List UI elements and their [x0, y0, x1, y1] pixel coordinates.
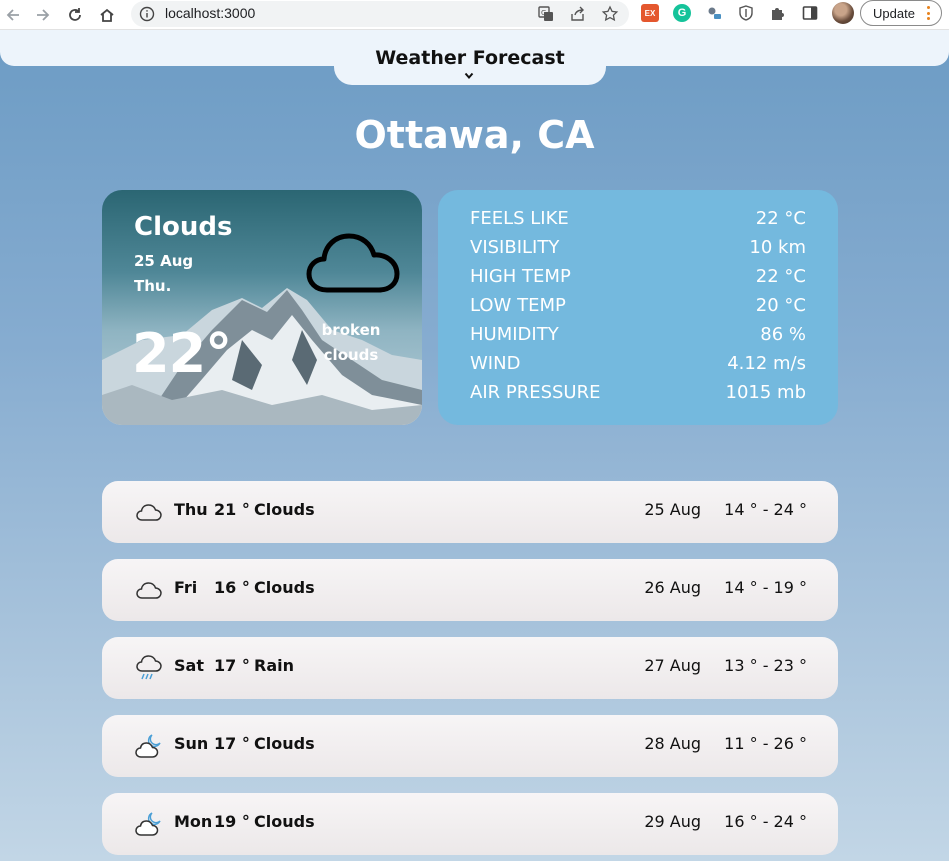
forecast-date: 26 Aug — [644, 578, 701, 597]
cloud-icon — [306, 233, 400, 293]
forecast-range: 14 ° - 24 ° — [724, 500, 807, 519]
detail-value: 22 °C — [755, 266, 806, 287]
description-line-2: clouds — [323, 346, 379, 364]
forecast-day: Mon — [174, 812, 213, 831]
cloud-moon-icon — [135, 812, 161, 836]
detail-label: VISIBILITY — [470, 237, 560, 258]
forecast-range: 16 ° - 24 ° — [724, 812, 807, 831]
detail-row-visibility: VISIBILITY 10 km — [470, 237, 806, 266]
forecast-temp: 17 ° — [214, 656, 250, 675]
update-button[interactable]: Update — [860, 0, 942, 26]
more-menu-icon[interactable] — [927, 6, 931, 20]
detail-value: 4.12 m/s — [727, 353, 806, 374]
current-day: Thu. — [134, 277, 172, 295]
detail-row-humidity: HUMIDITY 86 % — [470, 324, 806, 353]
current-temperature: 22° — [132, 322, 232, 385]
detail-row-air-pressure: AIR PRESSURE 1015 mb — [470, 382, 806, 411]
forecast-day: Sun — [174, 734, 209, 753]
address-bar[interactable]: localhost:3000 G — [131, 1, 629, 27]
detail-row-feels-like: FEELS LIKE 22 °C — [470, 208, 806, 237]
detail-label: LOW TEMP — [470, 295, 566, 316]
chevron-down-icon[interactable] — [464, 72, 474, 80]
forecast-temp: 21 ° — [214, 500, 250, 519]
current-weather-card: Clouds 25 Aug Thu. 22° broken clouds — [102, 190, 422, 425]
forecast-temp: 17 ° — [214, 734, 250, 753]
forecast-row[interactable]: Mon 19 ° Clouds 29 Aug 16 ° - 24 ° — [102, 793, 838, 855]
cloud-icon — [136, 504, 162, 521]
site-info-icon[interactable] — [139, 6, 155, 22]
share-icon[interactable] — [569, 5, 587, 23]
side-panel-icon[interactable] — [801, 4, 819, 22]
forecast-day: Sat — [174, 656, 204, 675]
svg-text:G: G — [541, 9, 546, 17]
forecast-temp: 19 ° — [214, 812, 250, 831]
shield-icon[interactable] — [737, 4, 755, 22]
detail-row-high-temp: HIGH TEMP 22 °C — [470, 266, 806, 295]
detail-value: 20 °C — [755, 295, 806, 316]
forecast-date: 27 Aug — [644, 656, 701, 675]
forecast-condition: Rain — [254, 656, 294, 675]
forecast-date: 25 Aug — [644, 500, 701, 519]
rain-cloud-icon — [136, 655, 162, 680]
detail-label: WIND — [470, 353, 521, 374]
forecast-condition: Clouds — [254, 734, 315, 753]
detail-label: HUMIDITY — [470, 324, 559, 345]
forecast-date: 29 Aug — [644, 812, 701, 831]
forecast-day: Fri — [174, 578, 198, 597]
cloud-icon — [136, 582, 162, 599]
extension-tool-icon[interactable] — [705, 4, 723, 22]
browser-toolbar: localhost:3000 G EX G Update — [0, 0, 949, 30]
extension-ex-icon[interactable]: EX — [641, 4, 659, 22]
header-tab[interactable]: Weather Forecast — [334, 30, 606, 85]
detail-label: FEELS LIKE — [470, 208, 569, 229]
detail-value: 10 km — [749, 237, 806, 258]
forward-icon[interactable] — [31, 3, 55, 27]
forecast-row[interactable]: Thu 21 ° Clouds 25 Aug 14 ° - 24 ° — [102, 481, 838, 543]
current-date: 25 Aug — [134, 252, 194, 270]
forecast-range: 11 ° - 26 ° — [724, 734, 807, 753]
city-title: Ottawa, CA — [354, 113, 595, 157]
cloud-moon-icon — [135, 734, 161, 758]
detail-value: 1015 mb — [725, 382, 807, 403]
back-icon[interactable] — [1, 3, 25, 27]
detail-label: HIGH TEMP — [470, 266, 571, 287]
grammarly-icon[interactable]: G — [673, 4, 691, 22]
description-line-1: broken — [321, 321, 381, 339]
profile-avatar[interactable] — [832, 2, 854, 24]
forecast-condition: Clouds — [254, 578, 315, 597]
detail-label: AIR PRESSURE — [470, 382, 601, 403]
forecast-range: 14 ° - 19 ° — [724, 578, 807, 597]
detail-value: 86 % — [760, 324, 806, 345]
translate-icon[interactable]: G — [537, 5, 555, 23]
forecast-row[interactable]: Sun 17 ° Clouds 28 Aug 11 ° - 26 ° — [102, 715, 838, 777]
bookmark-star-icon[interactable] — [601, 5, 619, 23]
url-text[interactable]: localhost:3000 — [165, 5, 255, 21]
current-condition: Clouds — [134, 212, 233, 242]
extensions-puzzle-icon[interactable] — [769, 4, 787, 22]
forecast-condition: Clouds — [254, 500, 315, 519]
app-title: Weather Forecast — [375, 47, 565, 69]
forecast-row[interactable]: Sat 17 ° Rain 27 Aug 13 ° - 23 ° — [102, 637, 838, 699]
detail-value: 22 °C — [755, 208, 806, 229]
forecast-condition: Clouds — [254, 812, 315, 831]
forecast-day: Thu — [174, 500, 208, 519]
forecast-row[interactable]: Fri 16 ° Clouds 26 Aug 14 ° - 19 ° — [102, 559, 838, 621]
weather-details-card: FEELS LIKE 22 °C VISIBILITY 10 km HIGH T… — [438, 190, 838, 425]
reload-icon[interactable] — [63, 3, 87, 27]
update-label: Update — [873, 5, 915, 21]
forecast-range: 13 ° - 23 ° — [724, 656, 807, 675]
forecast-temp: 16 ° — [214, 578, 250, 597]
detail-row-wind: WIND 4.12 m/s — [470, 353, 806, 382]
forecast-date: 28 Aug — [644, 734, 701, 753]
detail-row-low-temp: LOW TEMP 20 °C — [470, 295, 806, 324]
home-icon[interactable] — [95, 3, 119, 27]
current-description: broken clouds — [300, 318, 402, 368]
